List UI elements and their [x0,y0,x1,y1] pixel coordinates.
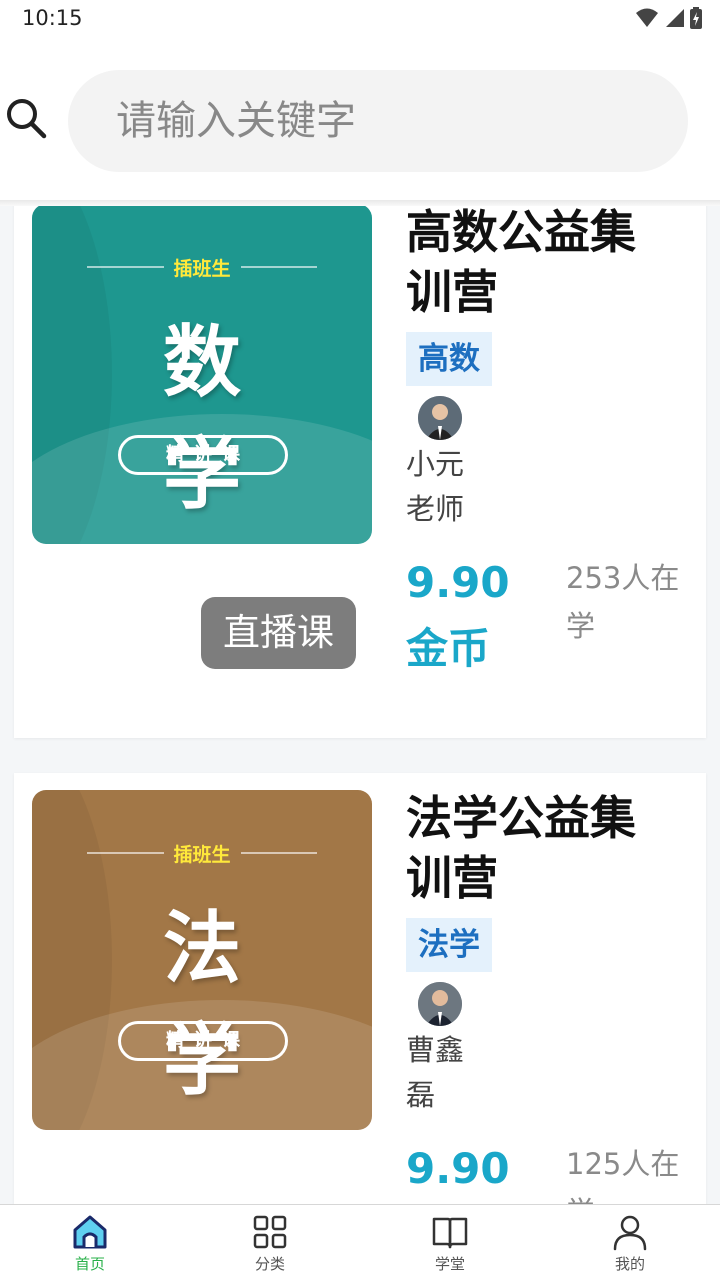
thumbnail-subject: 法 学 [162,904,299,1106]
app-screen: 10:15 插班生 数 学 [0,0,720,1280]
tab-label: 学堂 [434,1255,465,1273]
tab-study[interactable]: 学堂 [360,1205,540,1280]
course-card[interactable]: 插班生 法 学 精讲课 法学公益集训营 法学 曹鑫磊 9.90 金币 125人在… [14,773,706,1204]
live-course-badge: 直播课 [201,597,356,669]
tab-label: 分类 [254,1255,285,1273]
grid-icon [253,1215,287,1249]
teacher-name: 小元老师 [406,447,465,526]
course-title[interactable]: 高数公益集训营 [406,206,676,322]
home-icon [73,1215,107,1249]
thumbnail-pill: 精讲课 [118,435,288,475]
status-time: 10:15 [22,6,83,30]
book-icon [432,1217,468,1249]
learner-count: 253人在学 [566,561,680,643]
thumbnail-badge: 插班生 [173,257,231,280]
search-input[interactable] [116,70,656,172]
course-card[interactable]: 插班生 数 学 精讲课 直播课 高数公益集训营 高数 小元老师 9.90 金币 … [14,206,706,738]
person-icon [613,1215,647,1251]
tab-category[interactable]: 分类 [180,1205,360,1280]
cellular-signal-icon [666,9,684,27]
course-thumbnail[interactable]: 插班生 法 学 精讲课 [32,790,372,1130]
search-box[interactable] [68,70,688,172]
wifi-icon [636,8,658,27]
course-info: 高数公益集训营 高数 小元老师 9.90 金币 253人在学 [406,206,696,673]
tab-label: 首页 [74,1255,105,1273]
course-price: 9.90 金币 [406,1144,510,1193]
course-list: 插班生 数 学 精讲课 直播课 高数公益集训营 高数 小元老师 9.90 金币 … [0,206,720,1204]
course-title[interactable]: 法学公益集训营 [406,788,676,908]
bottom-tab-bar: 首页 分类 学堂 我的 [0,1204,720,1280]
course-price: 9.90 金币 [406,558,510,673]
status-icons [636,7,702,29]
thumbnail-pill: 精讲课 [118,1021,288,1061]
teacher-avatar [418,396,462,440]
battery-icon [690,7,702,29]
thumbnail-subject: 数 学 [162,318,299,520]
tab-home[interactable]: 首页 [0,1205,180,1280]
search-icon[interactable] [4,96,48,140]
course-info: 法学公益集训营 法学 曹鑫磊 9.90 金币 125人在学 [406,788,696,1204]
subject-tag: 高数 [406,332,492,386]
course-thumbnail[interactable]: 插班生 数 学 精讲课 [32,206,372,544]
subject-tag: 法学 [406,918,492,972]
teacher-avatar [418,982,462,1026]
thumbnail-badge: 插班生 [173,843,231,866]
teacher-name: 曹鑫磊 [406,1033,465,1112]
tab-profile[interactable]: 我的 [540,1205,720,1280]
learner-count: 125人在学 [566,1147,680,1204]
search-bar [0,70,720,172]
tab-label: 我的 [614,1255,645,1273]
status-bar: 10:15 [0,0,720,38]
